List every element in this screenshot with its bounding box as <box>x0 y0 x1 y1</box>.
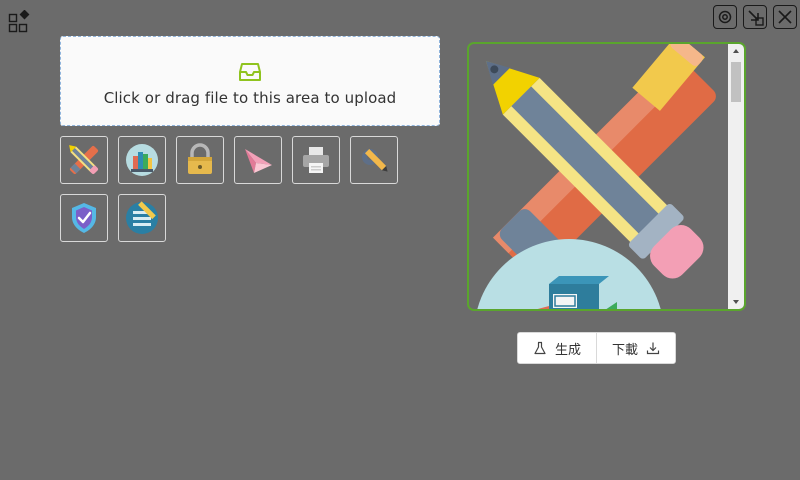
settings-pencil-tile[interactable] <box>350 136 398 184</box>
upload-hint: Click or drag file to this area to uploa… <box>103 89 397 107</box>
padlock-tile[interactable] <box>176 136 224 184</box>
settings-pencil-icon <box>362 148 388 172</box>
paper-plane-tile[interactable] <box>234 136 282 184</box>
image-preview[interactable] <box>467 42 746 311</box>
settings-button[interactable] <box>713 5 737 29</box>
close-button[interactable] <box>773 5 797 29</box>
scroll-up-arrow-icon[interactable] <box>728 44 744 58</box>
close-icon <box>778 10 792 24</box>
action-button-group: 生成 下載 <box>517 332 677 364</box>
pencil-ruler-illustration <box>477 44 716 309</box>
apps-grid-icon[interactable] <box>8 9 32 34</box>
books-tile[interactable] <box>118 136 166 184</box>
minimize-to-corner-icon <box>748 10 764 26</box>
preview-scrollbar[interactable] <box>728 44 744 309</box>
checklist-icon <box>126 201 158 234</box>
printer-tile[interactable] <box>292 136 340 184</box>
paper-plane-icon <box>245 149 272 173</box>
padlock-icon <box>188 143 212 174</box>
flask-icon <box>534 341 546 355</box>
checklist-tile[interactable] <box>118 194 166 242</box>
scrollbar-thumb[interactable] <box>731 62 741 102</box>
generate-button[interactable]: 生成 <box>518 333 597 363</box>
generate-label: 生成 <box>555 342 582 358</box>
inbox-icon <box>239 63 261 81</box>
pencil-ruler-tile[interactable] <box>60 136 108 184</box>
shield-check-tile[interactable] <box>60 194 108 242</box>
pencil-ruler-icon <box>69 145 99 175</box>
upload-dropzone[interactable]: Click or drag file to this area to uploa… <box>60 36 440 126</box>
settings-icon <box>718 10 732 24</box>
shield-check-icon <box>72 203 96 233</box>
scroll-down-arrow-icon[interactable] <box>728 295 744 309</box>
download-label: 下載 <box>612 342 639 358</box>
download-icon <box>646 342 660 355</box>
download-button[interactable]: 下載 <box>596 333 676 363</box>
printer-icon <box>303 147 329 173</box>
books-icon <box>126 144 158 176</box>
minimize-to-corner-button[interactable] <box>743 5 767 29</box>
